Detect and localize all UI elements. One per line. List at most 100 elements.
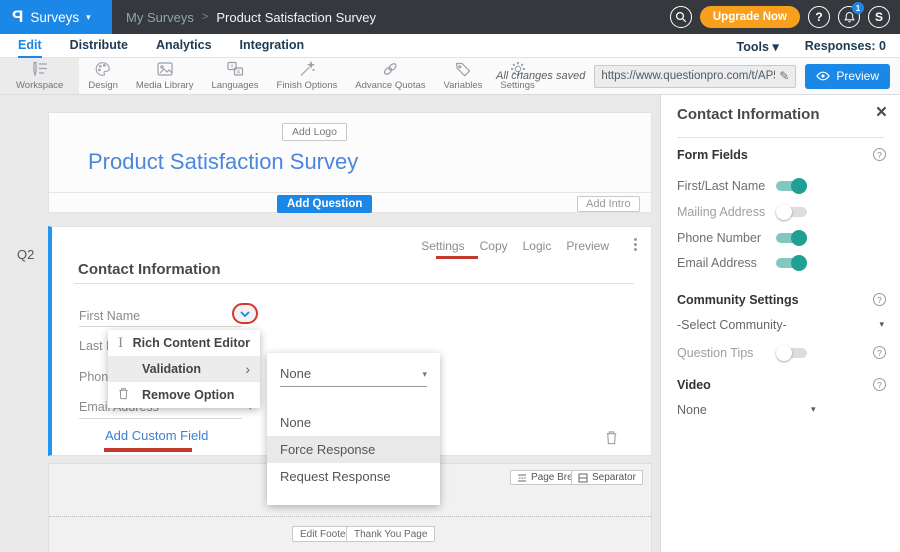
product-name: Surveys [30,10,79,25]
survey-url-field[interactable]: https://www.questionpro.com/t/AP53kZgUI … [594,65,796,88]
add-custom-field-link[interactable]: Add Custom Field [105,428,208,443]
add-logo-button[interactable]: Add Logo [282,123,347,141]
toolbar-right-group: All changes saved https://www.questionpr… [496,58,890,94]
question-logic-link[interactable]: Logic [523,239,552,253]
question-preview-link[interactable]: Preview [566,239,609,253]
divider [74,283,634,284]
tag-icon [453,60,473,78]
validation-option-none[interactable]: None [267,409,440,436]
question-more-menu[interactable] [634,243,637,246]
video-dropdown[interactable]: None [677,403,707,417]
validation-option-request-response[interactable]: Request Response [267,463,440,490]
validation-select[interactable]: None ▾ [280,365,427,387]
close-icon[interactable]: × [876,102,887,124]
help-icon[interactable]: ? [873,346,886,359]
search-icon [675,11,687,23]
toggle-mailing-address[interactable] [776,206,807,218]
toolbar-item-media-library[interactable]: Media Library [127,58,203,94]
page-break-icon [517,473,527,483]
responses-count[interactable]: Responses: 0 [805,39,886,53]
product-switcher[interactable]: P Surveys ▾ [0,0,112,34]
search-button[interactable] [670,6,692,28]
video-heading: Video [677,378,711,392]
dotted-divider [49,516,651,517]
help-icon[interactable]: ? [873,148,886,161]
chevron-down-icon[interactable]: ▾ [879,319,884,330]
top-bar: P Surveys ▾ My Surveys > Product Satisfa… [0,0,900,34]
field-context-menu: I Rich Content Editor Validation › Remov… [108,330,260,408]
toolbar-item-design[interactable]: Design [79,58,127,94]
toolbar-item-finish-options[interactable]: Finish Options [268,58,347,94]
nav-right-group: Tools ▾ Responses: 0 [737,34,886,58]
menu-item-validation[interactable]: Validation › [108,356,260,382]
questionpro-logo-icon: P [12,7,23,27]
notification-count-badge: 1 [852,2,864,14]
user-avatar[interactable]: S [868,6,890,28]
survey-editor-canvas: Q2 Add Logo Product Satisfaction Survey … [0,95,660,552]
help-icon[interactable]: ? [873,378,886,391]
menu-item-remove-option[interactable]: Remove Option [108,382,260,408]
preview-button[interactable]: Preview [805,64,890,89]
toggle-question-tips[interactable] [776,347,807,359]
magic-wand-icon [297,60,317,78]
question-copy-link[interactable]: Copy [480,239,508,253]
select-community-dropdown[interactable]: -Select Community- [677,318,787,332]
tab-integration[interactable]: Integration [240,34,305,58]
avatar-initial: S [875,10,883,24]
toolbar-item-advance-quotas[interactable]: Advance Quotas [346,58,434,94]
question-title[interactable]: Contact Information [78,261,221,278]
palette-icon [93,60,113,78]
toggle-first-last-name[interactable] [776,180,807,192]
sidebar-title: Contact Information [677,106,820,123]
survey-nav-bar: Edit Distribute Analytics Integration To… [0,34,900,58]
field-options-button[interactable] [232,303,258,324]
app-root: P Surveys ▾ My Surveys > Product Satisfa… [0,0,900,552]
tab-distribute[interactable]: Distribute [70,34,128,58]
question-settings-link[interactable]: Settings [421,239,464,253]
notifications-button[interactable]: 1 [838,6,860,28]
validation-option-force-response[interactable]: Force Response [267,436,440,463]
toolbar-item-workspace[interactable]: Workspace [0,58,79,94]
nav-tabs: Edit Distribute Analytics Integration [18,34,304,58]
thank-you-page-button[interactable]: Thank You Page [346,526,435,542]
tools-menu[interactable]: Tools ▾ [737,39,779,54]
trash-icon [605,430,618,445]
question-tips-label: Question Tips [677,346,753,360]
image-icon [155,60,175,78]
menu-item-rich-content-editor[interactable]: I Rich Content Editor [108,330,260,356]
survey-title[interactable]: Product Satisfaction Survey [88,149,358,175]
text-cursor-icon: I [118,336,133,351]
validation-submenu-panel: None ▾ None Force Response Request Respo… [267,353,440,505]
toggle-email-address[interactable] [776,257,807,269]
help-icon[interactable]: ? [873,293,886,306]
upgrade-now-button[interactable]: Upgrade Now [700,6,800,28]
annotation-underline-settings [436,256,478,259]
toolbar-item-languages[interactable]: xA Languages [202,58,267,94]
edit-url-icon[interactable]: ✎ [779,69,789,83]
question-actions: Settings Copy Logic Preview [421,239,609,253]
chevron-down-icon[interactable]: ▾ [811,404,816,415]
form-fields-heading: Form Fields [677,148,748,162]
help-button[interactable]: ? [808,6,830,28]
delete-question-button[interactable] [605,430,618,450]
breadcrumb-my-surveys[interactable]: My Surveys [126,10,194,25]
chevron-down-icon: ▾ [422,369,427,380]
toggle-phone-number[interactable] [776,232,807,244]
breadcrumb-current-survey: Product Satisfaction Survey [216,10,376,25]
question-settings-sidebar: Contact Information × Form Fields ? Firs… [660,95,900,552]
separator-button[interactable]: Separator [571,470,643,485]
toolbar-item-variables[interactable]: Variables [435,58,492,94]
toggle-label-email-address: Email Address [677,256,757,270]
add-intro-button[interactable]: Add Intro [577,196,640,212]
toggle-label-first-last-name: First/Last Name [677,179,765,193]
tab-edit[interactable]: Edit [18,34,42,58]
editor-toolbar: Workspace Design Media Library xA Langua… [0,58,900,95]
add-question-button[interactable]: Add Question [277,195,372,213]
trash-icon [118,387,142,403]
field-email-line [79,418,242,419]
separator-icon [578,473,588,483]
field-first-name[interactable]: First Name [79,309,140,323]
divider [49,192,651,193]
tab-analytics[interactable]: Analytics [156,34,212,58]
translate-icon: xA [225,60,245,78]
